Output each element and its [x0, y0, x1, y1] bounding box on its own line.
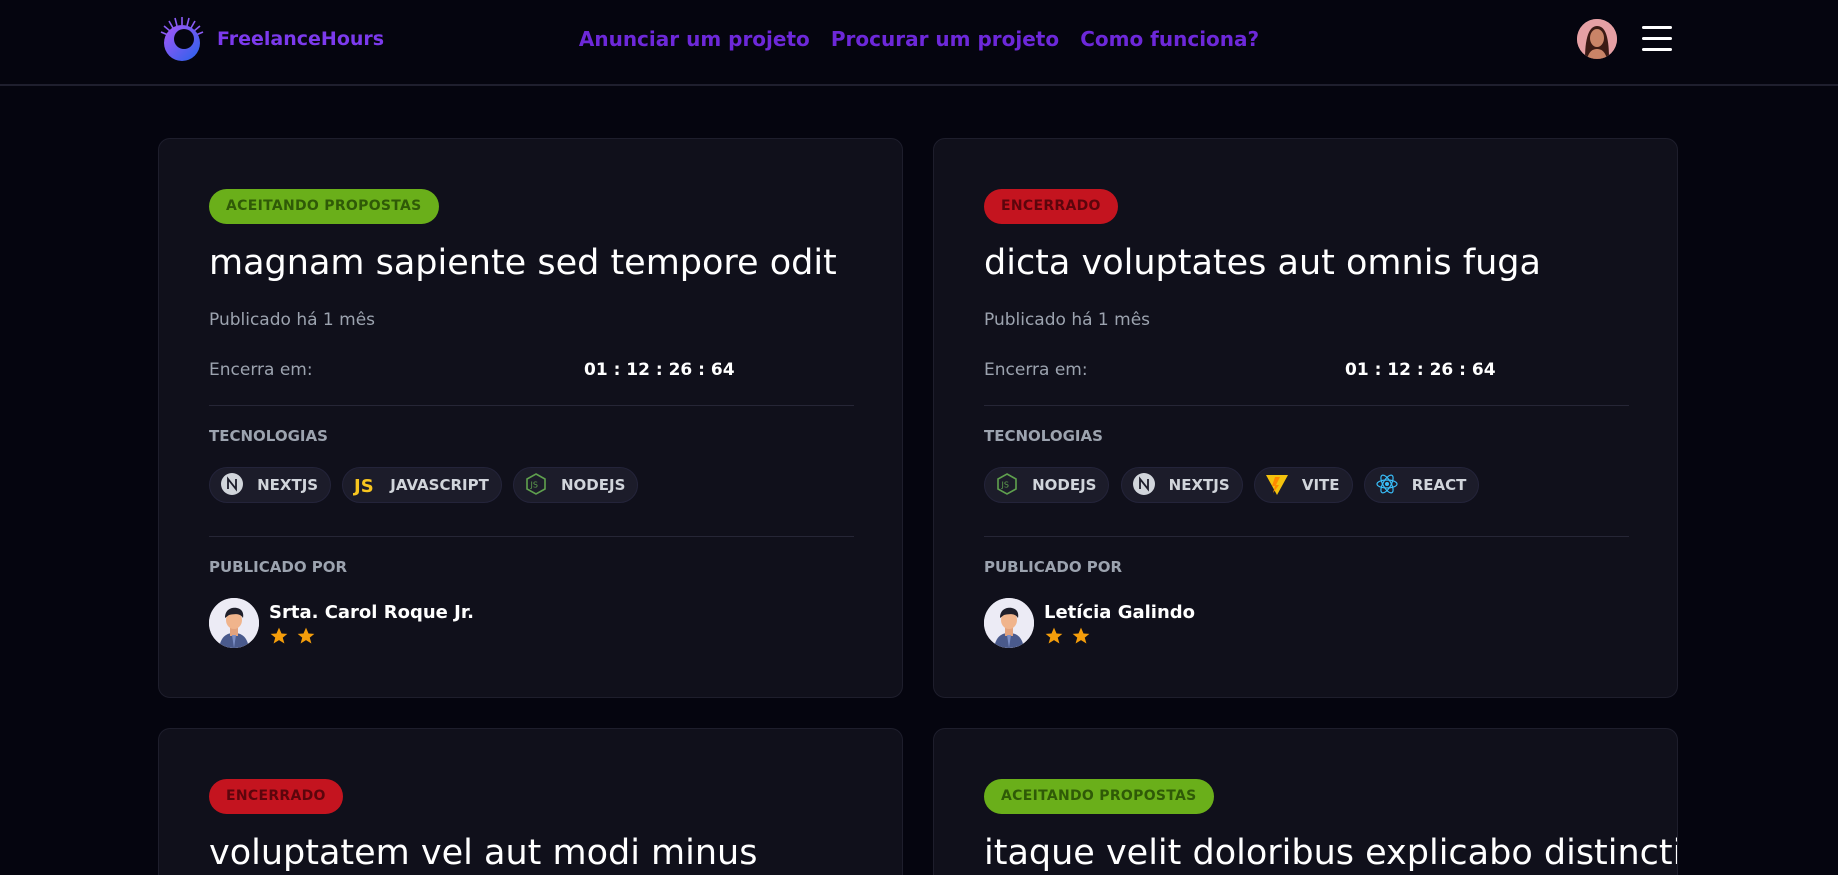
tech-chip-vite[interactable]: VITE [1253, 467, 1353, 503]
technologies-label: TECNOLOGIAS [209, 427, 328, 445]
tech-chip-nextjs[interactable]: NEXTJS [1120, 467, 1243, 503]
countdown-timer: 01 : 12 : 26 : 64 [1345, 360, 1496, 380]
project-title[interactable]: voluptatem vel aut modi minus [209, 833, 757, 873]
project-card[interactable]: ACEITANDO PROPOSTAS itaque velit dolorib… [933, 728, 1678, 875]
divider [209, 405, 854, 406]
author-rating [1044, 626, 1093, 650]
user-avatar[interactable] [1577, 19, 1617, 59]
divider [984, 536, 1629, 537]
tech-name: REACT [1411, 476, 1467, 494]
status-badge: ACEITANDO PROPOSTAS [209, 189, 439, 224]
tech-name: NEXTJS [257, 476, 319, 494]
star-icon [297, 627, 315, 644]
divider [984, 405, 1629, 406]
countdown-timer: 01 : 12 : 26 : 64 [584, 360, 735, 380]
author-name: Letícia Galindo [1044, 602, 1196, 623]
author-name: Srta. Carol Roque Jr. [269, 602, 474, 623]
author-avatar [209, 598, 259, 648]
star-icon [270, 627, 288, 644]
author-avatar [984, 598, 1034, 648]
project-card[interactable]: ACEITANDO PROPOSTAS magnam sapiente sed … [158, 138, 903, 698]
javascript-icon: JS [353, 476, 374, 496]
project-title[interactable]: magnam sapiente sed tempore odit [209, 243, 837, 283]
svg-text:JS: JS [353, 476, 374, 496]
svg-text:JS: JS [1001, 480, 1009, 489]
nav-link-como-funciona[interactable]: Como funciona? [1080, 27, 1259, 51]
published-time: Publicado há 1 mês [209, 310, 376, 330]
tech-name: NODEJS [561, 476, 626, 494]
published-time: Publicado há 1 mês [984, 310, 1151, 330]
main-nav: Anunciar um projeto Procurar um projeto … [0, 27, 1838, 51]
star-icon [1072, 627, 1090, 644]
tech-chip-react[interactable]: REACT [1363, 467, 1480, 503]
tech-name: NODEJS [1032, 476, 1097, 494]
tech-list: NEXTJS JS JAVASCRIPT JS NODEJS [209, 467, 644, 505]
divider [209, 536, 854, 537]
technologies-label: TECNOLOGIAS [984, 427, 1103, 445]
tech-chip-nodejs[interactable]: JS NODEJS [512, 467, 639, 503]
vite-icon [1265, 474, 1288, 495]
nextjs-icon [1132, 472, 1155, 495]
nodejs-icon: JS [997, 472, 1017, 495]
project-card[interactable]: ENCERRADO dicta voluptates aut omnis fug… [933, 138, 1678, 698]
status-badge: ACEITANDO PROPOSTAS [984, 779, 1214, 814]
tech-chip-javascript[interactable]: JS JAVASCRIPT [342, 467, 502, 503]
tech-list: JS NODEJS NEXTJS VITE REACT [984, 467, 1485, 505]
svg-text:JS: JS [529, 480, 537, 489]
nextjs-icon [221, 472, 243, 495]
tech-name: NEXTJS [1168, 476, 1230, 494]
tech-name: JAVASCRIPT [390, 476, 489, 494]
published-by-label: PUBLICADO POR [209, 558, 348, 576]
ends-label: Encerra em: [984, 360, 1088, 380]
star-icon [1045, 627, 1063, 644]
tech-chip-nextjs[interactable]: NEXTJS [209, 467, 332, 503]
nav-link-anunciar[interactable]: Anunciar um projeto [579, 27, 810, 51]
published-by-label: PUBLICADO POR [984, 558, 1123, 576]
status-badge: ENCERRADO [209, 779, 343, 814]
nodejs-icon: JS [526, 472, 546, 495]
tech-chip-nodejs[interactable]: JS NODEJS [984, 467, 1110, 503]
nav-link-procurar[interactable]: Procurar um projeto [831, 27, 1059, 51]
project-title[interactable]: itaque velit doloribus explicabo distinc… [984, 833, 1677, 873]
tech-name: VITE [1301, 476, 1340, 494]
project-card[interactable]: ENCERRADO voluptatem vel aut modi minus [158, 728, 903, 875]
author-rating [269, 626, 318, 650]
top-navbar: FreelanceHours Anunciar um projeto Procu… [0, 0, 1838, 86]
ends-label: Encerra em: [209, 360, 313, 380]
hamburger-menu-icon[interactable] [1642, 26, 1672, 52]
status-badge: ENCERRADO [984, 189, 1118, 224]
project-title[interactable]: dicta voluptates aut omnis fuga [984, 243, 1541, 283]
react-icon [1376, 474, 1398, 493]
